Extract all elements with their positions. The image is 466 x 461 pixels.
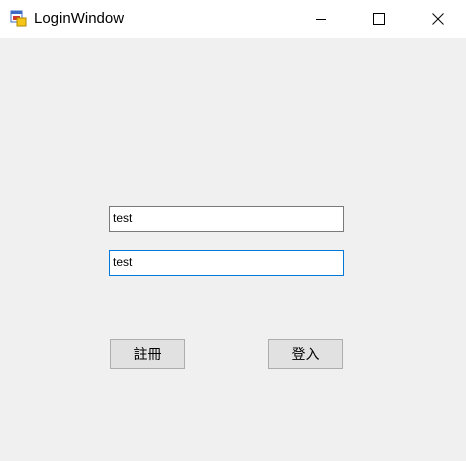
login-button[interactable]: 登入 xyxy=(268,339,343,369)
login-window: LoginWindow test test 註冊 登入 xyxy=(0,0,466,461)
close-button[interactable] xyxy=(415,0,461,38)
minimize-icon xyxy=(315,10,327,29)
password-field[interactable]: test xyxy=(109,250,344,276)
title-bar[interactable]: LoginWindow xyxy=(0,0,466,38)
close-icon xyxy=(432,10,444,29)
window-title: LoginWindow xyxy=(34,10,125,27)
register-button-label: 註冊 xyxy=(133,347,162,363)
minimize-button[interactable] xyxy=(298,0,344,38)
maximize-button[interactable] xyxy=(356,0,402,38)
maximize-icon xyxy=(373,10,385,29)
form-app-icon[interactable] xyxy=(10,10,27,27)
register-button[interactable]: 註冊 xyxy=(110,339,185,369)
login-button-label: 登入 xyxy=(291,347,320,363)
username-field[interactable]: test xyxy=(109,206,344,232)
